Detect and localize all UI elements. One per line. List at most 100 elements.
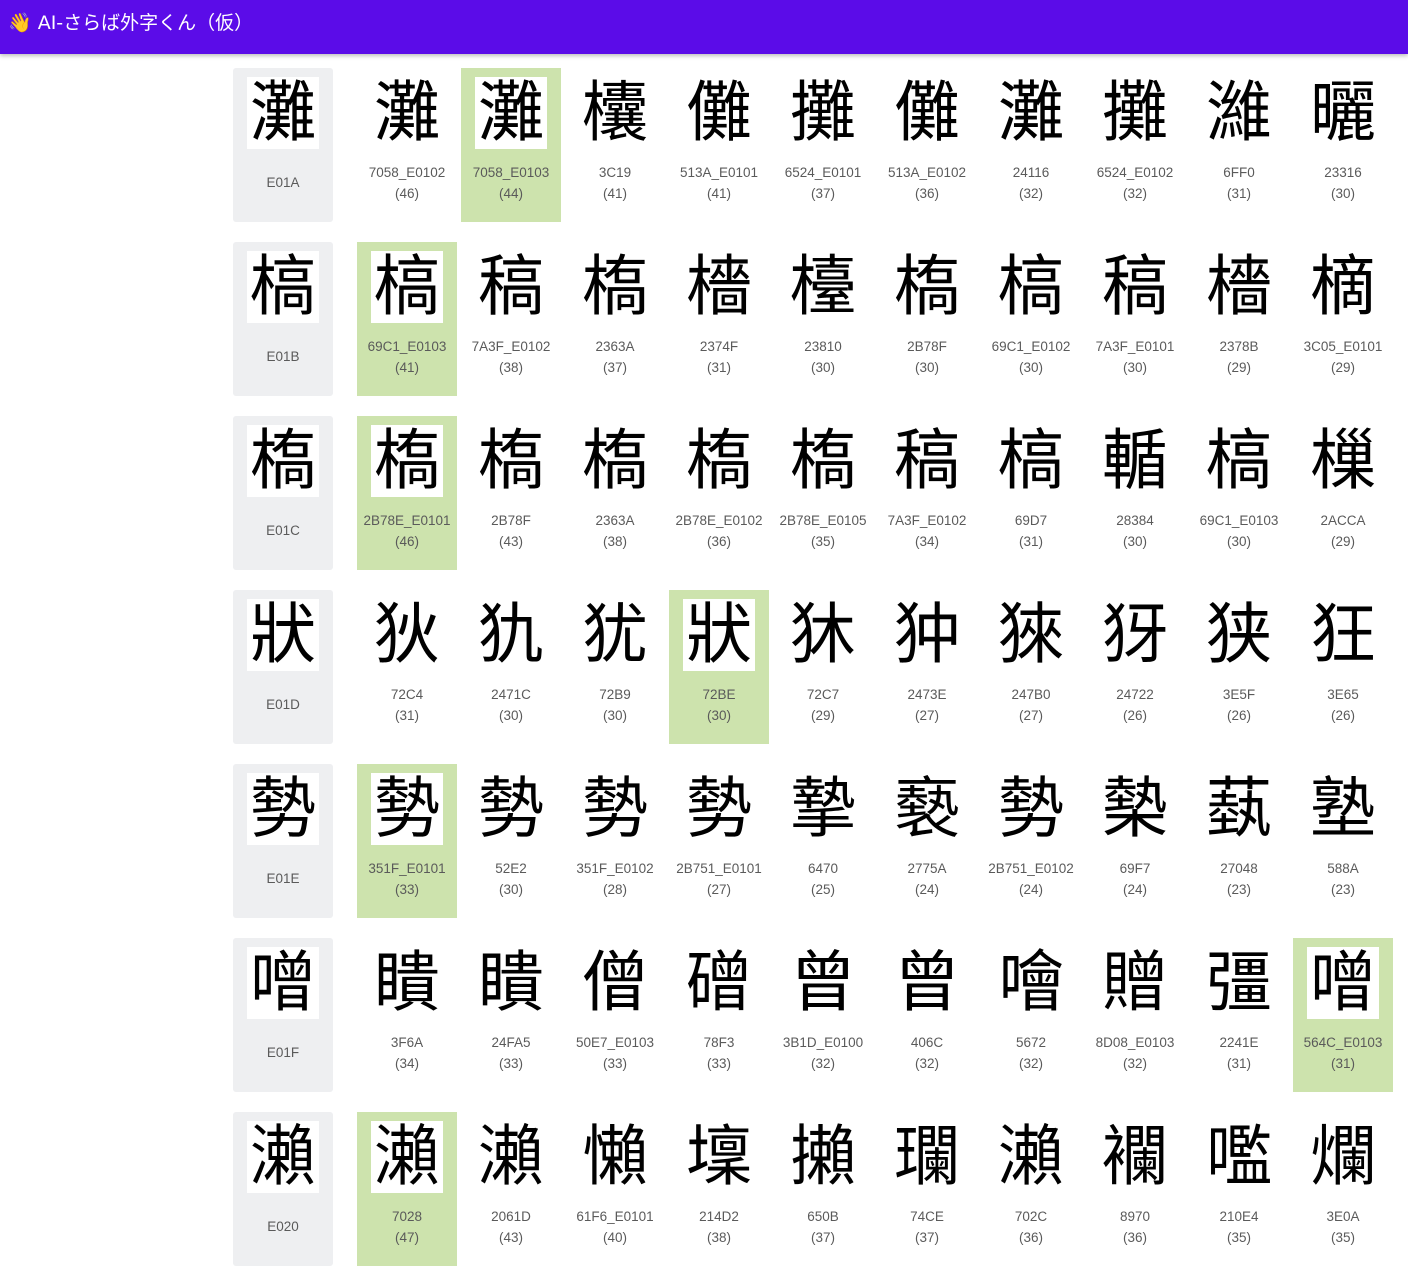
candidate-card[interactable]: 槁 69D7 (31) bbox=[981, 416, 1081, 570]
candidate-score: (33) bbox=[394, 882, 419, 897]
candidate-glyph-image: 檯 bbox=[787, 251, 859, 323]
candidate-glyph-image: 樀 bbox=[1307, 251, 1379, 323]
candidate-card[interactable]: 犽 24722 (26) bbox=[1085, 590, 1185, 744]
candidate-card[interactable]: 嚂 210E4 (35) bbox=[1189, 1112, 1289, 1266]
candidate-card[interactable]: 瞶 3F6A (34) bbox=[357, 938, 457, 1092]
candidate-glyph-image: 猍 bbox=[995, 599, 1067, 671]
candidate-card[interactable]: 稿 7A3F_E0102 (34) bbox=[877, 416, 977, 570]
candidate-card[interactable]: 欜 3C19 (41) bbox=[565, 68, 665, 222]
candidate-card[interactable]: 蓺 27048 (23) bbox=[1189, 764, 1289, 918]
candidate-card[interactable]: 稿 7A3F_E0101 (30) bbox=[1085, 242, 1185, 396]
candidate-card[interactable]: 狭 3E5F (26) bbox=[1189, 590, 1289, 744]
app-bar: 👋 AI-さらば外字くん（仮） bbox=[0, 0, 1408, 54]
candidate-card[interactable]: 塾 588A (23) bbox=[1293, 764, 1393, 918]
candidate-card[interactable]: 樔 2ACCA (29) bbox=[1293, 416, 1393, 570]
candidate-card[interactable]: 曬 23316 (30) bbox=[1293, 68, 1393, 222]
candidate-card[interactable]: 瞶 24FA5 (33) bbox=[461, 938, 561, 1092]
candidate-card[interactable]: 褻 2775A (24) bbox=[877, 764, 977, 918]
query-glyph-card: 瀨 E020 bbox=[233, 1112, 333, 1266]
candidate-card[interactable]: 噲 5672 (32) bbox=[981, 938, 1081, 1092]
candidate-card[interactable]: 攤 6524_E0101 (37) bbox=[773, 68, 873, 222]
candidate-glyph-image: 曬 bbox=[1307, 77, 1379, 149]
candidate-glyph: 犹 bbox=[582, 599, 648, 671]
candidate-card[interactable]: 狆 2473E (27) bbox=[877, 590, 977, 744]
candidate-card[interactable]: 槁 69C1_E0103 (30) bbox=[1189, 416, 1289, 570]
candidate-code: 7028 bbox=[391, 1209, 423, 1224]
candidate-card-selected[interactable]: 槗 2B78E_E0101 (46) bbox=[357, 416, 457, 570]
candidate-card[interactable]: 磳 78F3 (33) bbox=[669, 938, 769, 1092]
candidate-glyph: 勢 bbox=[374, 773, 440, 845]
candidate-card[interactable]: 灘 24116 (32) bbox=[981, 68, 1081, 222]
candidate-card[interactable]: 檣 2378B (29) bbox=[1189, 242, 1289, 396]
candidate-card[interactable]: 勢 2B751_E0102 (24) bbox=[981, 764, 1081, 918]
candidate-card[interactable]: 儺 513A_E0101 (41) bbox=[669, 68, 769, 222]
candidate-card[interactable]: 槗 2363A (38) bbox=[565, 416, 665, 570]
candidate-card[interactable]: 檯 23810 (30) bbox=[773, 242, 873, 396]
candidate-card-selected[interactable]: 槁 69C1_E0103 (41) bbox=[357, 242, 457, 396]
candidate-code: 2241E bbox=[1219, 1035, 1259, 1050]
candidate-card[interactable]: 懶 61F6_E0101 (40) bbox=[565, 1112, 665, 1266]
candidate-card[interactable]: 僧 50E7_E0103 (33) bbox=[565, 938, 665, 1092]
candidate-card[interactable]: 狄 72C4 (31) bbox=[357, 590, 457, 744]
candidate-card[interactable]: 彊 2241E (31) bbox=[1189, 938, 1289, 1092]
candidate-card[interactable]: 瀨 2061D (43) bbox=[461, 1112, 561, 1266]
candidate-card-selected[interactable]: 噌 564C_E0103 (31) bbox=[1293, 938, 1393, 1092]
candidate-card[interactable]: 瀨 702C (36) bbox=[981, 1112, 1081, 1266]
candidate-glyph: 噲 bbox=[998, 947, 1064, 1019]
candidate-card[interactable]: 勢 52E2 (30) bbox=[461, 764, 561, 918]
candidate-code: 72BE bbox=[702, 687, 736, 702]
candidate-card[interactable]: 曾 406C (32) bbox=[877, 938, 977, 1092]
candidate-card[interactable]: 槗 2363A (37) bbox=[565, 242, 665, 396]
candidate-score: (31) bbox=[1330, 1056, 1355, 1071]
candidate-card[interactable]: 犰 2471C (30) bbox=[461, 590, 561, 744]
candidate-card[interactable]: 儺 513A_E0102 (36) bbox=[877, 68, 977, 222]
candidate-score: (35) bbox=[1330, 1230, 1355, 1245]
candidate-glyph: 蓺 bbox=[1206, 773, 1272, 845]
candidate-card-selected[interactable]: 灘 7058_E0103 (44) bbox=[461, 68, 561, 222]
candidate-score: (38) bbox=[706, 1230, 731, 1245]
candidate-code: 69D7 bbox=[1014, 513, 1048, 528]
candidate-glyph: 瞶 bbox=[478, 947, 544, 1019]
candidate-card-selected[interactable]: 狀 72BE (30) bbox=[669, 590, 769, 744]
candidate-card[interactable]: 槗 2B78E_E0105 (35) bbox=[773, 416, 873, 570]
candidate-card[interactable]: 槗 2B78F (30) bbox=[877, 242, 977, 396]
candidate-card[interactable]: 檣 2374F (31) bbox=[669, 242, 769, 396]
candidate-card[interactable]: 狂 3E65 (26) bbox=[1293, 590, 1393, 744]
candidate-card[interactable]: 槷 69F7 (24) bbox=[1085, 764, 1185, 918]
candidate-card[interactable]: 濰 6FF0 (31) bbox=[1189, 68, 1289, 222]
candidate-card[interactable]: 壈 214D2 (38) bbox=[669, 1112, 769, 1266]
query-code: E01B bbox=[266, 349, 300, 364]
candidate-card[interactable]: 摯 6470 (25) bbox=[773, 764, 873, 918]
candidate-card[interactable]: 攤 6524_E0102 (32) bbox=[1085, 68, 1185, 222]
candidate-glyph-image: 槷 bbox=[1099, 773, 1171, 845]
query-glyph-image: 勢 bbox=[247, 773, 319, 845]
query-code: E01A bbox=[266, 175, 300, 190]
candidate-glyph: 彊 bbox=[1206, 947, 1272, 1019]
candidate-score: (27) bbox=[1018, 708, 1043, 723]
candidate-code: 2B78E_E0105 bbox=[779, 513, 867, 528]
candidate-card[interactable]: 猍 247B0 (27) bbox=[981, 590, 1081, 744]
candidate-card[interactable]: 稿 7A3F_E0102 (38) bbox=[461, 242, 561, 396]
candidate-glyph: 僧 bbox=[582, 947, 648, 1019]
candidate-card[interactable]: 樀 3C05_E0101 (29) bbox=[1293, 242, 1393, 396]
candidate-card[interactable]: 攋 650B (37) bbox=[773, 1112, 873, 1266]
candidate-card[interactable]: 槗 2B78E_E0102 (36) bbox=[669, 416, 769, 570]
candidate-score: (32) bbox=[1122, 186, 1147, 201]
candidate-score: (29) bbox=[1330, 534, 1355, 549]
candidate-card[interactable]: 瓓 74CE (37) bbox=[877, 1112, 977, 1266]
candidate-card[interactable]: 勢 2B751_E0101 (27) bbox=[669, 764, 769, 918]
candidate-card[interactable]: 贈 8D08_E0103 (32) bbox=[1085, 938, 1185, 1092]
candidate-glyph: 稿 bbox=[1102, 251, 1168, 323]
candidate-card[interactable]: 襴 8970 (36) bbox=[1085, 1112, 1185, 1266]
candidate-card-selected[interactable]: 瀨 7028 (47) bbox=[357, 1112, 457, 1266]
candidate-card[interactable]: 灘 7058_E0102 (46) bbox=[357, 68, 457, 222]
candidate-card[interactable]: 犹 72B9 (30) bbox=[565, 590, 665, 744]
candidate-card[interactable]: 曾 3B1D_E0100 (32) bbox=[773, 938, 873, 1092]
candidate-card[interactable]: 爛 3E0A (35) bbox=[1293, 1112, 1393, 1266]
candidate-card[interactable]: 輴 28384 (30) bbox=[1085, 416, 1185, 570]
candidate-card-selected[interactable]: 勢 351F_E0101 (33) bbox=[357, 764, 457, 918]
candidate-card[interactable]: 槁 69C1_E0102 (30) bbox=[981, 242, 1081, 396]
candidate-card[interactable]: 狇 72C7 (29) bbox=[773, 590, 873, 744]
candidate-card[interactable]: 槗 2B78F (43) bbox=[461, 416, 561, 570]
candidate-card[interactable]: 勢 351F_E0102 (28) bbox=[565, 764, 665, 918]
